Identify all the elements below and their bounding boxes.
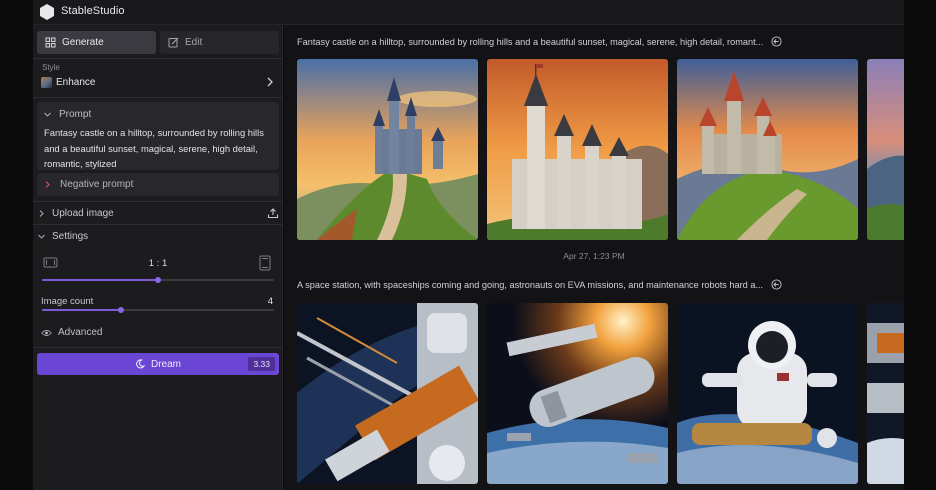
upload-image-label: Upload image bbox=[52, 207, 114, 219]
divider bbox=[33, 58, 283, 59]
advanced-toggle[interactable]: Advanced bbox=[41, 327, 102, 338]
eye-icon bbox=[41, 329, 52, 336]
divider bbox=[33, 201, 283, 202]
upload-icon[interactable] bbox=[267, 207, 279, 219]
aspect-ratio-slider-handle[interactable] bbox=[155, 277, 161, 283]
portrait-ratio-icon[interactable] bbox=[259, 255, 271, 271]
tab-edit-label: Edit bbox=[185, 37, 203, 48]
generation-prompt: A space station, with spaceships coming … bbox=[297, 279, 782, 290]
style-label: Style bbox=[42, 63, 60, 72]
tab-generate[interactable]: Generate bbox=[37, 31, 156, 54]
tab-generate-label: Generate bbox=[62, 37, 104, 48]
prompt-label: Prompt bbox=[59, 109, 92, 120]
castle-image-4[interactable] bbox=[867, 59, 904, 240]
castle-image-1[interactable] bbox=[297, 59, 478, 240]
aspect-ratio-slider-fill bbox=[42, 279, 158, 281]
chevron-down-icon bbox=[38, 234, 45, 239]
generation-prompt-text: Fantasy castle on a hilltop, surrounded … bbox=[297, 36, 764, 47]
generation-prompt: Fantasy castle on a hilltop, surrounded … bbox=[297, 36, 782, 47]
divider bbox=[33, 347, 283, 348]
chevron-right-icon bbox=[45, 181, 50, 188]
settings-label: Settings bbox=[52, 230, 89, 242]
image-count-slider-handle[interactable] bbox=[117, 307, 124, 313]
space-image-3[interactable] bbox=[677, 303, 858, 484]
top-bar: StableStudio bbox=[33, 0, 904, 25]
edit-icon bbox=[168, 37, 179, 48]
divider bbox=[33, 224, 283, 225]
negative-prompt-label: Negative prompt bbox=[60, 179, 134, 190]
style-thumbnail bbox=[41, 76, 52, 88]
space-image-1[interactable] bbox=[297, 303, 478, 484]
chevron-right-icon bbox=[39, 209, 44, 217]
prompt-input[interactable]: Fantasy castle on a hilltop, surrounded … bbox=[44, 125, 276, 172]
settings-toggle[interactable]: Settings bbox=[37, 228, 279, 244]
divider bbox=[33, 97, 283, 98]
style-selector[interactable]: Enhance bbox=[37, 73, 279, 91]
castle-image-3[interactable] bbox=[677, 59, 858, 240]
advanced-label: Advanced bbox=[58, 327, 103, 338]
generation-prompt-text: A space station, with spaceships coming … bbox=[297, 279, 764, 290]
reuse-prompt-icon[interactable] bbox=[771, 279, 782, 290]
grid-icon bbox=[45, 37, 56, 48]
logo-icon bbox=[40, 4, 54, 20]
image-count-slider[interactable] bbox=[42, 307, 274, 313]
negative-prompt-toggle[interactable]: Negative prompt bbox=[37, 173, 279, 196]
app-title: StableStudio bbox=[61, 5, 125, 17]
image-count-label: Image count bbox=[41, 296, 94, 307]
prompt-header[interactable]: Prompt bbox=[43, 109, 91, 120]
style-value: Enhance bbox=[56, 76, 96, 88]
upload-image-toggle[interactable]: Upload image bbox=[37, 205, 279, 221]
space-image-2[interactable] bbox=[487, 303, 668, 484]
space-image-4[interactable] bbox=[867, 303, 904, 484]
outer-frame-right bbox=[904, 0, 936, 490]
tab-edit[interactable]: Edit bbox=[160, 31, 279, 54]
chevron-down-icon bbox=[44, 112, 51, 117]
aspect-ratio-value: 1 : 1 bbox=[148, 258, 168, 269]
generation-timestamp: Apr 27, 1:23 PM bbox=[563, 251, 625, 261]
castle-image-2[interactable] bbox=[487, 59, 668, 240]
dream-button-label: Dream bbox=[150, 358, 181, 370]
outer-frame-left bbox=[0, 0, 33, 490]
image-count-slider-fill bbox=[42, 309, 121, 311]
sidebar: Generate Edit Style Enhance Prompt Fanta… bbox=[33, 25, 283, 490]
dream-cost-badge: 3.33 bbox=[248, 357, 275, 371]
prompt-section: Prompt Fantasy castle on a hilltop, surr… bbox=[37, 102, 279, 170]
generations-panel: Fantasy castle on a hilltop, surrounded … bbox=[284, 25, 904, 490]
image-count-value: 4 bbox=[267, 296, 273, 307]
aspect-ratio-slider[interactable] bbox=[42, 277, 274, 283]
chevron-right-icon bbox=[267, 77, 273, 87]
dream-button[interactable]: Dream 3.33 bbox=[37, 353, 279, 375]
reuse-prompt-icon[interactable] bbox=[771, 36, 782, 47]
moon-icon bbox=[136, 359, 145, 369]
